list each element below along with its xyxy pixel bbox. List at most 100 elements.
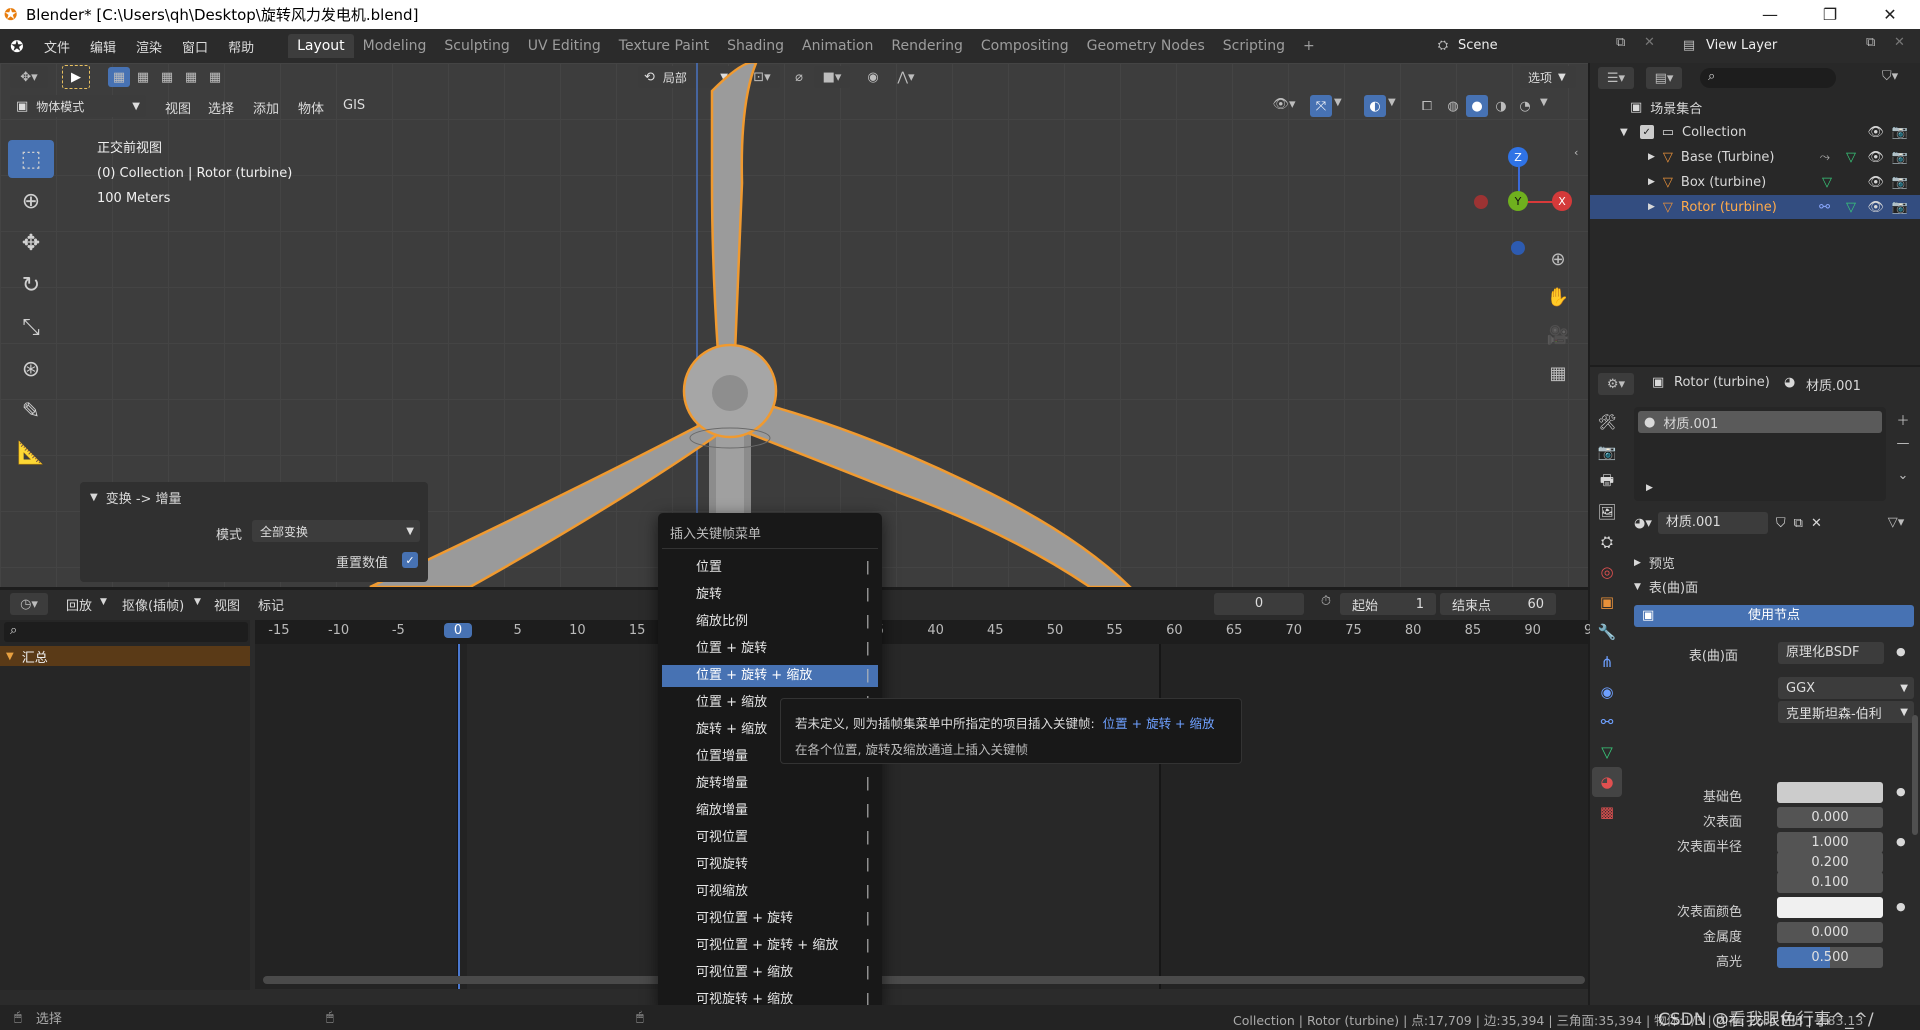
slot-specials-button[interactable]: ⌄ xyxy=(1892,465,1914,485)
gizmo-z-axis[interactable]: Z xyxy=(1508,147,1528,167)
timeline-menu-view[interactable]: 视图 xyxy=(204,595,250,614)
collection-checkbox[interactable]: ✓ xyxy=(1639,125,1654,139)
physics-tab-icon[interactable]: ◉ xyxy=(1592,677,1622,707)
timeline-scrollbar[interactable] xyxy=(263,976,1585,984)
timeline-menu-playback[interactable]: 回放 xyxy=(56,595,102,614)
camera-icon[interactable]: 📷 xyxy=(1892,200,1908,215)
tab-layout[interactable]: Layout xyxy=(288,34,354,58)
duplicate-icon[interactable]: ⧉ xyxy=(1794,516,1803,531)
menu-item[interactable]: 旋转 | xyxy=(662,584,878,606)
measure-tool-icon[interactable]: 📐 xyxy=(8,434,54,472)
tab-compositing[interactable]: Compositing xyxy=(972,34,1078,58)
menu-file[interactable]: 文件 xyxy=(34,37,80,56)
eye-icon[interactable]: 👁 xyxy=(1867,175,1884,190)
scene-tab-icon[interactable]: ⛭ xyxy=(1592,527,1622,557)
data-tab-icon[interactable]: ▽ xyxy=(1592,737,1622,767)
socket-icon[interactable]: ● xyxy=(1896,900,1906,913)
tab-modeling[interactable]: Modeling xyxy=(354,34,436,58)
move-tool-icon[interactable]: ✥ xyxy=(8,224,54,262)
material-browse-icon[interactable]: ◕▾ xyxy=(1634,516,1652,531)
output-tab-icon[interactable]: 🖶 xyxy=(1592,467,1622,497)
color-field[interactable] xyxy=(1777,897,1883,918)
menu-item[interactable]: 可视位置 + 缩放 | xyxy=(662,962,878,984)
filter-icon[interactable]: ⛉▾ xyxy=(1872,69,1908,84)
material-slot-list[interactable]: ● 材质.001 ▶ xyxy=(1634,407,1886,501)
tab-uv-editing[interactable]: UV Editing xyxy=(519,34,610,58)
transform-tool-icon[interactable]: ⊛ xyxy=(8,350,54,388)
camera-icon[interactable]: 📷 xyxy=(1892,175,1908,190)
menu-render[interactable]: 渲染 xyxy=(126,37,172,56)
menu-item[interactable]: 位置 + 旋转 + 缩放 | xyxy=(662,665,878,687)
add-workspace-button[interactable]: + xyxy=(1294,34,1324,58)
expand-icon[interactable]: ▶ xyxy=(1646,483,1653,493)
remove-slot-button[interactable]: — xyxy=(1892,433,1914,453)
outliner-scene-collection[interactable]: ▣ 场景集合 xyxy=(1590,95,1920,119)
menu-item[interactable]: 可视位置 + 旋转 + 缩放 | xyxy=(662,935,878,957)
cursor-tool-icon[interactable]: ⊕ xyxy=(8,182,54,220)
fake-user-icon[interactable]: ⛉ xyxy=(1776,516,1786,531)
eye-icon[interactable]: 👁 xyxy=(1867,125,1884,140)
surface-section[interactable]: ▼ 表(曲)面 xyxy=(1634,577,1698,596)
timeline-menu-keying[interactable]: 抠像(插帧) xyxy=(112,595,194,614)
menu-edit[interactable]: 编辑 xyxy=(80,37,126,56)
channel-search[interactable]: ⌕ xyxy=(4,622,248,642)
number-field[interactable]: 0.000 xyxy=(1777,922,1883,943)
scale-tool-icon[interactable]: ⤡ xyxy=(8,308,54,346)
minimize-button[interactable]: — xyxy=(1740,0,1800,29)
select-tool-icon[interactable]: ⬚ xyxy=(8,140,54,178)
socket-icon[interactable]: ● xyxy=(1896,785,1906,798)
new-scene-icon[interactable]: ⧉ xyxy=(1616,35,1625,50)
add-slot-button[interactable]: ＋ xyxy=(1892,409,1914,429)
eye-icon[interactable]: 👁 xyxy=(1867,150,1884,165)
outliner-box-turbine[interactable]: ▶ ▽ Box (turbine) ▽ 👁 📷 xyxy=(1590,170,1920,194)
camera-icon[interactable]: 📷 xyxy=(1892,150,1908,165)
surface-shader-field[interactable]: 原理化BSDF xyxy=(1778,642,1884,664)
tab-texture-paint[interactable]: Texture Paint xyxy=(610,34,718,58)
close-button[interactable]: ✕ xyxy=(1860,0,1920,29)
world-tab-icon[interactable]: ◎ xyxy=(1592,557,1622,587)
sss-method-dropdown[interactable]: 克里斯坦森-伯利 ▼ xyxy=(1778,701,1914,723)
properties-editor-type-icon[interactable]: ⚙▾ xyxy=(1598,373,1634,395)
menu-item[interactable]: 位置 + 旋转 | xyxy=(662,638,878,660)
timeline-ruler[interactable]: -15-10-505101520253035404550556065707580… xyxy=(255,620,1601,644)
properties-scrollbar[interactable] xyxy=(1912,715,1918,835)
outliner-search[interactable]: ⌕ xyxy=(1700,68,1836,88)
properties-editor[interactable]: ⚙▾ ▣ Rotor (turbine) ◕ 材质.001 🛠 📷 🖶 🖼 ⛭ … xyxy=(1590,365,1920,1005)
start-frame-field[interactable]: 起始 1 xyxy=(1340,593,1436,615)
number-field[interactable]: 0.500 xyxy=(1777,947,1883,968)
number-field[interactable]: 1.000 xyxy=(1777,832,1883,853)
menu-help[interactable]: 帮助 xyxy=(218,37,264,56)
material-slot-row[interactable]: ● 材质.001 xyxy=(1638,411,1882,433)
outliner-editor-type-icon[interactable]: ☰▾ xyxy=(1598,67,1634,89)
display-mode-icon[interactable]: ▤▾ xyxy=(1646,67,1682,89)
view-layer-selector[interactable]: ▤ View Layer xyxy=(1672,33,1862,57)
ortho-grid-icon[interactable]: ▦ xyxy=(1542,357,1574,389)
menu-item[interactable]: 缩放比例 | xyxy=(662,611,878,633)
end-frame-field[interactable]: 结束点 60 xyxy=(1440,593,1556,615)
use-nodes-button[interactable]: ▣ 使用节点 xyxy=(1634,605,1914,627)
annotate-tool-icon[interactable]: ✎ xyxy=(8,392,54,430)
current-frame-marker[interactable]: 0 xyxy=(444,623,472,638)
sidebar-toggle-icon[interactable]: ‹ xyxy=(1574,146,1578,159)
tab-geometry-nodes[interactable]: Geometry Nodes xyxy=(1078,34,1214,58)
number-field[interactable]: 0.000 xyxy=(1777,807,1883,828)
timeline-menu-marker[interactable]: 标记 xyxy=(248,595,294,614)
panel-header[interactable]: ▼ 变换 -> 增量 xyxy=(90,488,182,507)
camera-icon[interactable]: 📷 xyxy=(1892,125,1908,140)
tab-sculpting[interactable]: Sculpting xyxy=(435,34,518,58)
scene-selector[interactable]: ⛭ Scene xyxy=(1428,33,1616,57)
menu-item[interactable]: 可视位置 | xyxy=(662,827,878,849)
color-field[interactable] xyxy=(1777,782,1883,803)
menu-item[interactable]: 缩放增量 | xyxy=(662,800,878,822)
distribution-dropdown[interactable]: GGX ▼ xyxy=(1778,677,1914,699)
socket-icon[interactable]: ● xyxy=(1896,835,1906,848)
current-frame-field[interactable]: 0 xyxy=(1214,593,1304,615)
timeline-keyframe-area[interactable] xyxy=(255,644,1588,989)
remove-scene-icon[interactable]: ✕ xyxy=(1644,35,1655,50)
gizmo-neg-x[interactable] xyxy=(1474,195,1488,209)
unlink-icon[interactable]: ✕ xyxy=(1811,516,1822,531)
outliner-collection[interactable]: ▼ ✓ ▭ Collection 👁 📷 xyxy=(1590,120,1920,144)
rotate-tool-icon[interactable]: ↻ xyxy=(8,266,54,304)
menu-item[interactable]: 可视位置 + 旋转 | xyxy=(662,908,878,930)
tab-rendering[interactable]: Rendering xyxy=(882,34,972,58)
